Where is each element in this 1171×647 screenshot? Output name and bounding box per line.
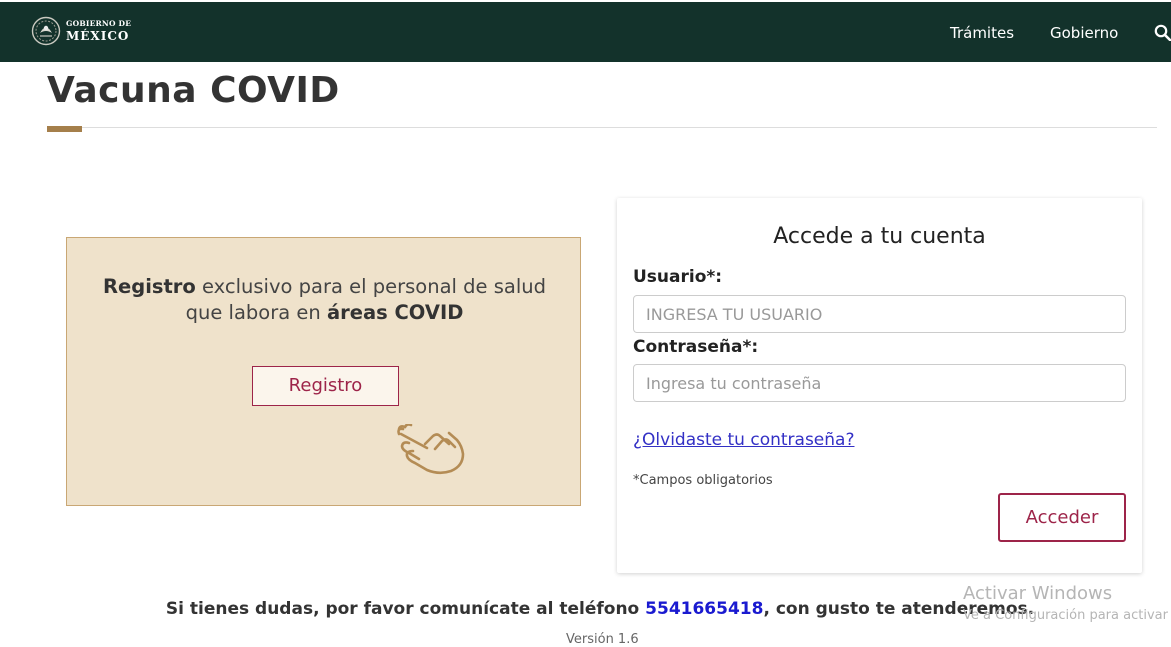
username-label: Usuario*:	[633, 267, 723, 287]
registration-promo-panel: Registro exclusivo para el personal de s…	[66, 237, 581, 506]
gobierno-logo[interactable]: GOBIERNO DE MÉXICO	[31, 16, 161, 48]
hand-pointer-icon	[397, 424, 465, 475]
password-input[interactable]	[633, 364, 1126, 402]
title-accent-bar	[47, 126, 82, 132]
promo-text-bold-areas: áreas COVID	[326, 301, 464, 324]
password-label: Contraseña*:	[633, 337, 759, 357]
search-icon[interactable]	[1154, 24, 1171, 41]
nav-link-gobierno[interactable]: Gobierno	[1050, 24, 1118, 42]
version-label: Versión 1.6	[566, 632, 639, 647]
windows-activation-title: Activar Windows	[963, 583, 1113, 604]
promo-text-bold-registro: Registro	[103, 275, 196, 298]
windows-activation-subtitle: Ve a Configuración para activar	[963, 608, 1168, 623]
top-navbar: GOBIERNO DE MÉXICO Trámites Gobierno	[0, 2, 1171, 62]
help-phone-link[interactable]: 5541665418	[645, 599, 763, 619]
page-title: Vacuna COVID	[47, 70, 340, 111]
login-card: Accede a tu cuenta Usuario*: Contraseña*…	[617, 198, 1142, 573]
logo-line-small: GOBIERNO DE	[66, 19, 132, 28]
title-divider	[47, 127, 1157, 128]
coat-of-arms-icon	[31, 16, 61, 46]
nav-link-tramites[interactable]: Trámites	[950, 24, 1014, 42]
required-fields-note: *Campos obligatorios	[633, 473, 773, 488]
promo-text: Registro exclusivo para el personal de s…	[97, 274, 552, 326]
login-submit-button[interactable]: Acceder	[998, 493, 1126, 542]
username-input[interactable]	[633, 295, 1126, 333]
forgot-password-link[interactable]: ¿Olvidaste tu contraseña?	[633, 430, 854, 450]
logo-line-big: MÉXICO	[66, 29, 130, 43]
help-text-prefix: Si tienes dudas, por favor comunícate al…	[165, 599, 646, 619]
register-button[interactable]: Registro	[252, 366, 399, 406]
login-title: Accede a tu cuenta	[773, 224, 986, 249]
